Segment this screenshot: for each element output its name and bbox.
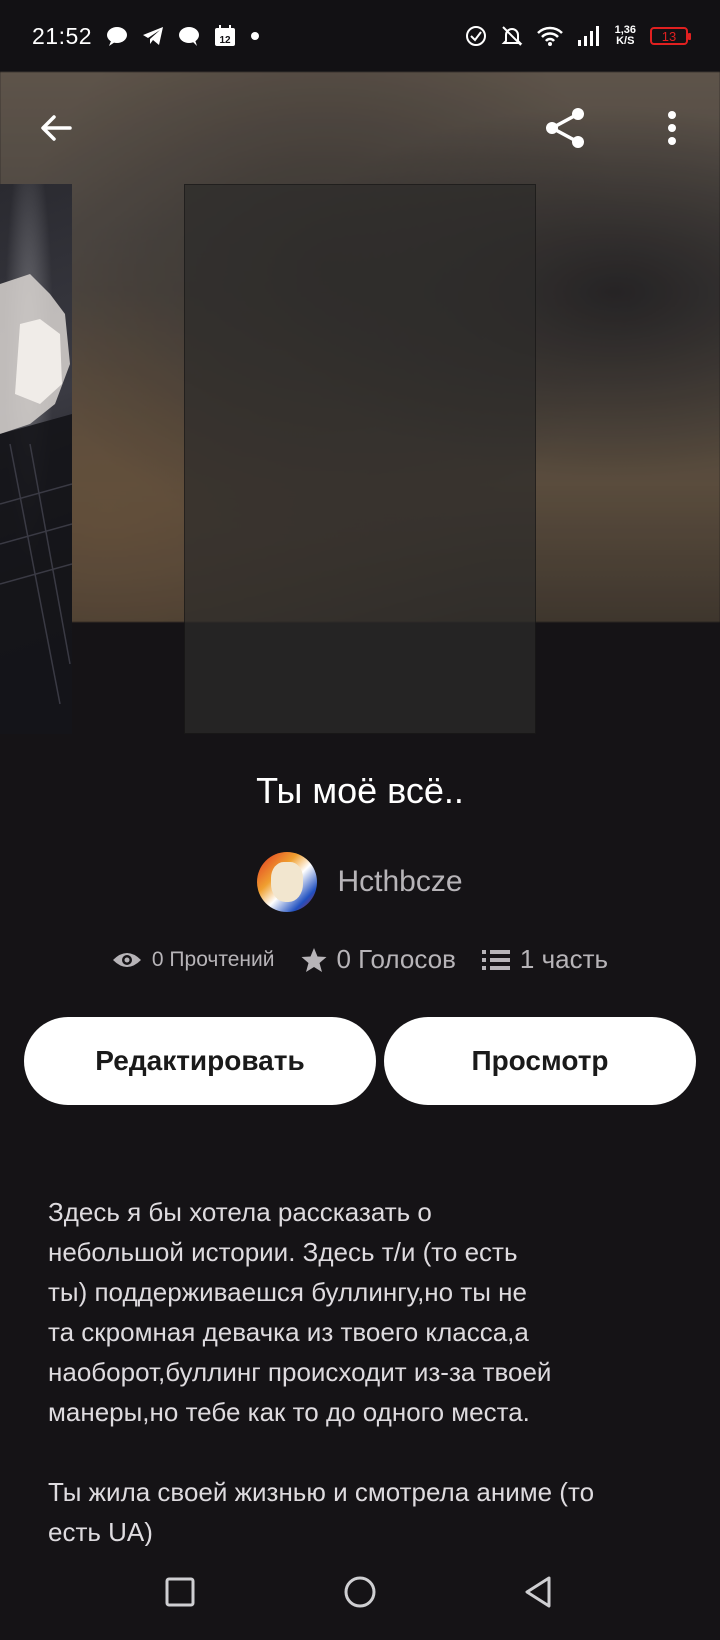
- author-row[interactable]: Hcthbcze: [0, 852, 720, 912]
- edit-button[interactable]: Редактировать: [24, 1017, 376, 1105]
- telegram-icon: [142, 26, 164, 46]
- previous-story-cover[interactable]: [0, 184, 72, 734]
- battery-level: 13: [661, 28, 677, 44]
- circle-icon: [344, 1576, 376, 1608]
- system-back-button[interactable]: [516, 1570, 560, 1614]
- battery-indicator: 13: [650, 27, 691, 45]
- message-icon: [178, 26, 200, 46]
- votes-stat: 0 Голосов: [301, 944, 456, 975]
- back-button[interactable]: [28, 100, 84, 156]
- more-options-button[interactable]: [644, 100, 700, 156]
- story-description: Здесь я бы хотела рассказать о небольшой…: [48, 1197, 595, 1547]
- dot-icon: [250, 31, 260, 41]
- net-speed-unit: K/S: [616, 35, 635, 47]
- author-name[interactable]: Hcthbcze: [337, 865, 462, 899]
- signal-icon: [577, 26, 601, 46]
- eye-icon: [112, 952, 141, 967]
- share-icon: [546, 108, 584, 148]
- reads-count: 0 Прочтений: [151, 947, 275, 971]
- wifi-icon: [536, 26, 563, 46]
- status-bar-left: 21:52 12: [32, 23, 260, 50]
- sync-icon: [465, 25, 487, 47]
- list-icon: [481, 949, 510, 970]
- calendar-day: 12: [220, 35, 232, 46]
- more-vertical-icon: [668, 111, 676, 145]
- calendar-icon: 12: [214, 25, 236, 47]
- share-button[interactable]: [538, 100, 594, 156]
- story-stats: 0 Прочтений 0 Голосов 1 часть: [0, 944, 720, 975]
- home-button[interactable]: [338, 1570, 382, 1614]
- view-button[interactable]: Просмотр: [384, 1017, 696, 1105]
- status-bar: 21:52 12 1,36 K/S 13: [0, 0, 720, 72]
- reads-stat: 0 Прочтений: [112, 948, 275, 972]
- recent-apps-button[interactable]: [158, 1570, 202, 1614]
- mute-bell-icon: [501, 25, 523, 47]
- author-avatar[interactable]: [257, 852, 318, 912]
- arrow-left-icon: [41, 115, 72, 141]
- parts-count: 1 часть: [519, 944, 609, 974]
- triangle-back-icon: [525, 1576, 551, 1608]
- chat-bubble-icon: [106, 26, 128, 46]
- status-time: 21:52: [32, 22, 93, 49]
- story-title: Ты моё всё..: [256, 770, 464, 811]
- story-cover[interactable]: [184, 184, 536, 734]
- votes-count: 0 Голосов: [336, 944, 456, 974]
- net-speed: 1,36 K/S: [615, 25, 636, 47]
- star-icon: [301, 947, 326, 972]
- status-bar-right: 1,36 K/S 13: [465, 25, 691, 47]
- parts-stat: 1 часть: [481, 944, 609, 975]
- cover-illustration: [0, 274, 72, 734]
- square-icon: [165, 1577, 195, 1607]
